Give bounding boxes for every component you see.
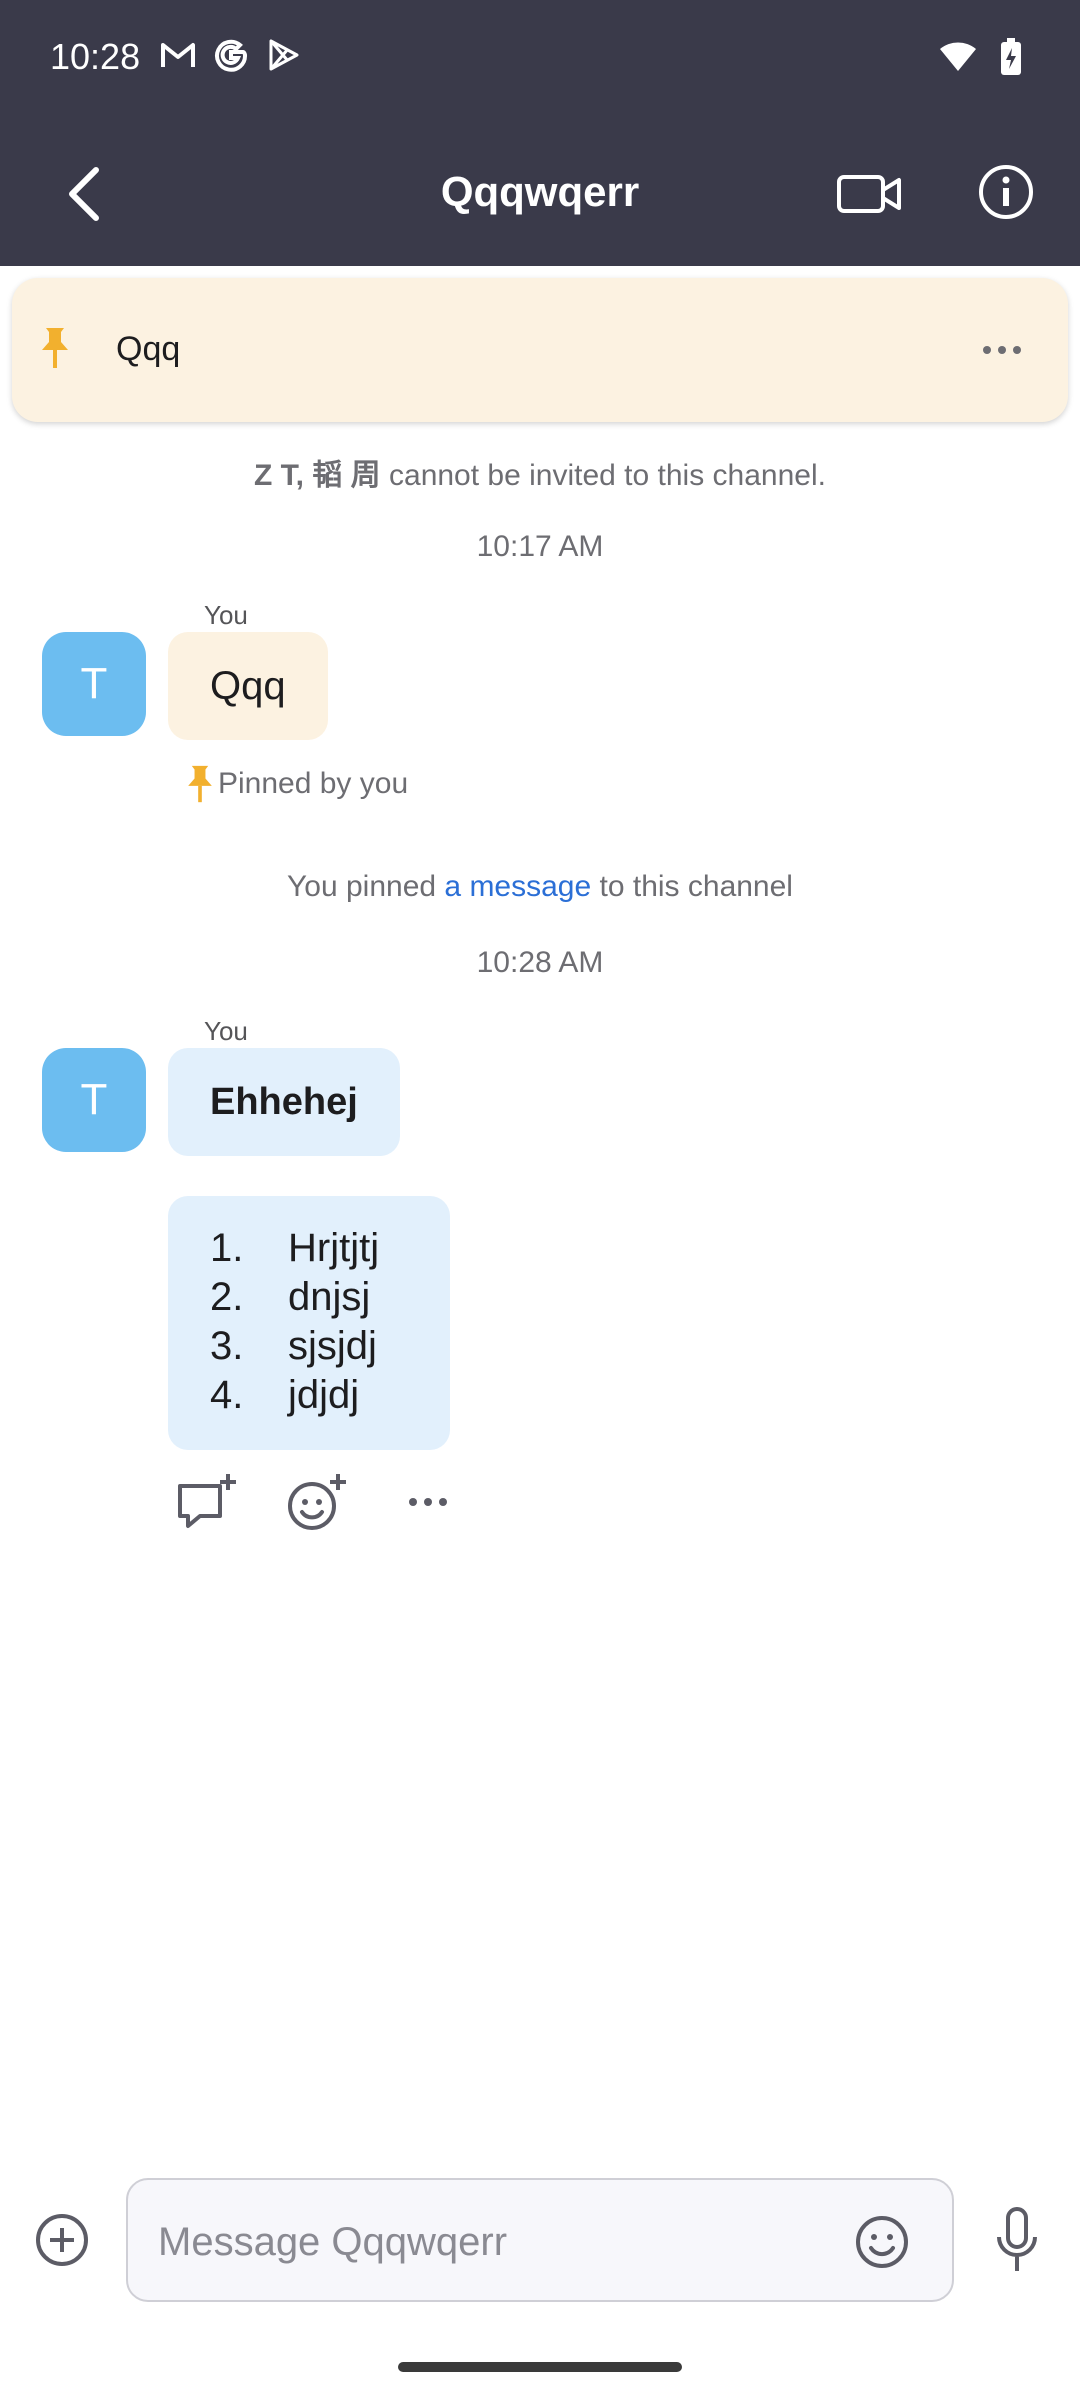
- list-text: jdjdj: [288, 1373, 360, 1417]
- reply-thread-button[interactable]: [176, 1470, 240, 1534]
- add-attachment-button[interactable]: [30, 2208, 94, 2272]
- list-text: Hrjtjtj: [288, 1226, 380, 1270]
- battery-charging-icon: [1000, 38, 1022, 81]
- invite-notice-names: Z T, 韬 周: [254, 459, 381, 492]
- list-item: 3. sjsjdj: [210, 1322, 450, 1371]
- pinned-by-label: Pinned by you: [186, 764, 408, 804]
- pinned-message-banner[interactable]: Qqq: [12, 278, 1068, 422]
- info-icon: [979, 165, 1033, 219]
- system-icons: [938, 38, 1022, 81]
- pin-notice: You pinned a message to this channel: [0, 870, 1080, 904]
- channel-title[interactable]: Qqqwqerr: [0, 168, 1080, 216]
- more-horizontal-icon: [983, 346, 1021, 354]
- message-bubble[interactable]: Ehhehej: [168, 1048, 400, 1156]
- avatar[interactable]: T: [42, 1048, 146, 1152]
- notification-icons: [160, 38, 300, 77]
- message-composer: [0, 2170, 1080, 2310]
- list-item: 4. jdjdj: [210, 1371, 450, 1420]
- list-number: 2.: [210, 1275, 244, 1319]
- more-horizontal-icon: [409, 1498, 447, 1506]
- invite-notice: Z T, 韬 周 cannot be invited to this chann…: [0, 450, 1080, 494]
- list-item: 1. Hrjtjtj: [210, 1224, 450, 1273]
- emoji-icon: [856, 2216, 908, 2268]
- channel-info-button[interactable]: [976, 162, 1036, 222]
- pinned-by-text: Pinned by you: [218, 767, 409, 800]
- status-time: 10:28: [50, 36, 141, 77]
- message-field: [126, 2178, 954, 2302]
- pinned-more-button[interactable]: [972, 320, 1032, 380]
- pin-notice-suffix: to this channel: [591, 870, 793, 903]
- emoji-button[interactable]: [850, 2210, 914, 2274]
- voice-message-button[interactable]: [990, 2202, 1044, 2278]
- channel-header: Qqqwqerr: [0, 118, 1080, 266]
- list-number: 1.: [210, 1226, 244, 1270]
- video-call-button[interactable]: [834, 164, 904, 224]
- google-icon: [214, 38, 248, 77]
- invite-notice-text: cannot be invited to this channel.: [380, 459, 826, 492]
- message-more-button[interactable]: [396, 1470, 460, 1534]
- microphone-icon: [997, 2207, 1037, 2271]
- video-camera-icon: [837, 175, 901, 213]
- pin-icon: [40, 326, 70, 375]
- list-message-bubble[interactable]: 1. Hrjtjtj 2. dnjsj 3. sjsjdj 4. jdjdj: [168, 1196, 450, 1450]
- play-store-icon: [266, 38, 300, 77]
- pinned-message-text: Qqq: [116, 330, 181, 368]
- timestamp: 10:17 AM: [476, 530, 604, 563]
- pin-icon: [188, 765, 212, 803]
- pinned-message-link[interactable]: a message: [444, 870, 591, 903]
- plus-circle-icon: [36, 2214, 88, 2266]
- add-emoji-icon: [288, 1474, 346, 1530]
- pin-notice-prefix: You pinned: [287, 870, 445, 903]
- message-sender: You: [204, 1016, 248, 1046]
- list-item: 2. dnjsj: [210, 1273, 450, 1322]
- message-input[interactable]: [158, 2214, 838, 2270]
- list-number: 3.: [210, 1324, 244, 1368]
- message-bubble[interactable]: Qqq: [168, 632, 328, 740]
- message-actions: [176, 1470, 460, 1534]
- timestamp: 10:28 AM: [476, 946, 604, 979]
- list-text: sjsjdj: [288, 1324, 377, 1368]
- message-sender: You: [204, 600, 248, 630]
- avatar[interactable]: T: [42, 632, 146, 736]
- add-reaction-button[interactable]: [286, 1470, 350, 1534]
- list-text: dnjsj: [288, 1275, 371, 1319]
- add-reply-icon: [178, 1474, 236, 1528]
- home-indicator[interactable]: [398, 2362, 682, 2372]
- status-bar: 10:28: [0, 0, 1080, 118]
- list-number: 4.: [210, 1373, 244, 1417]
- gmail-icon: [160, 40, 196, 75]
- wifi-icon: [938, 41, 978, 78]
